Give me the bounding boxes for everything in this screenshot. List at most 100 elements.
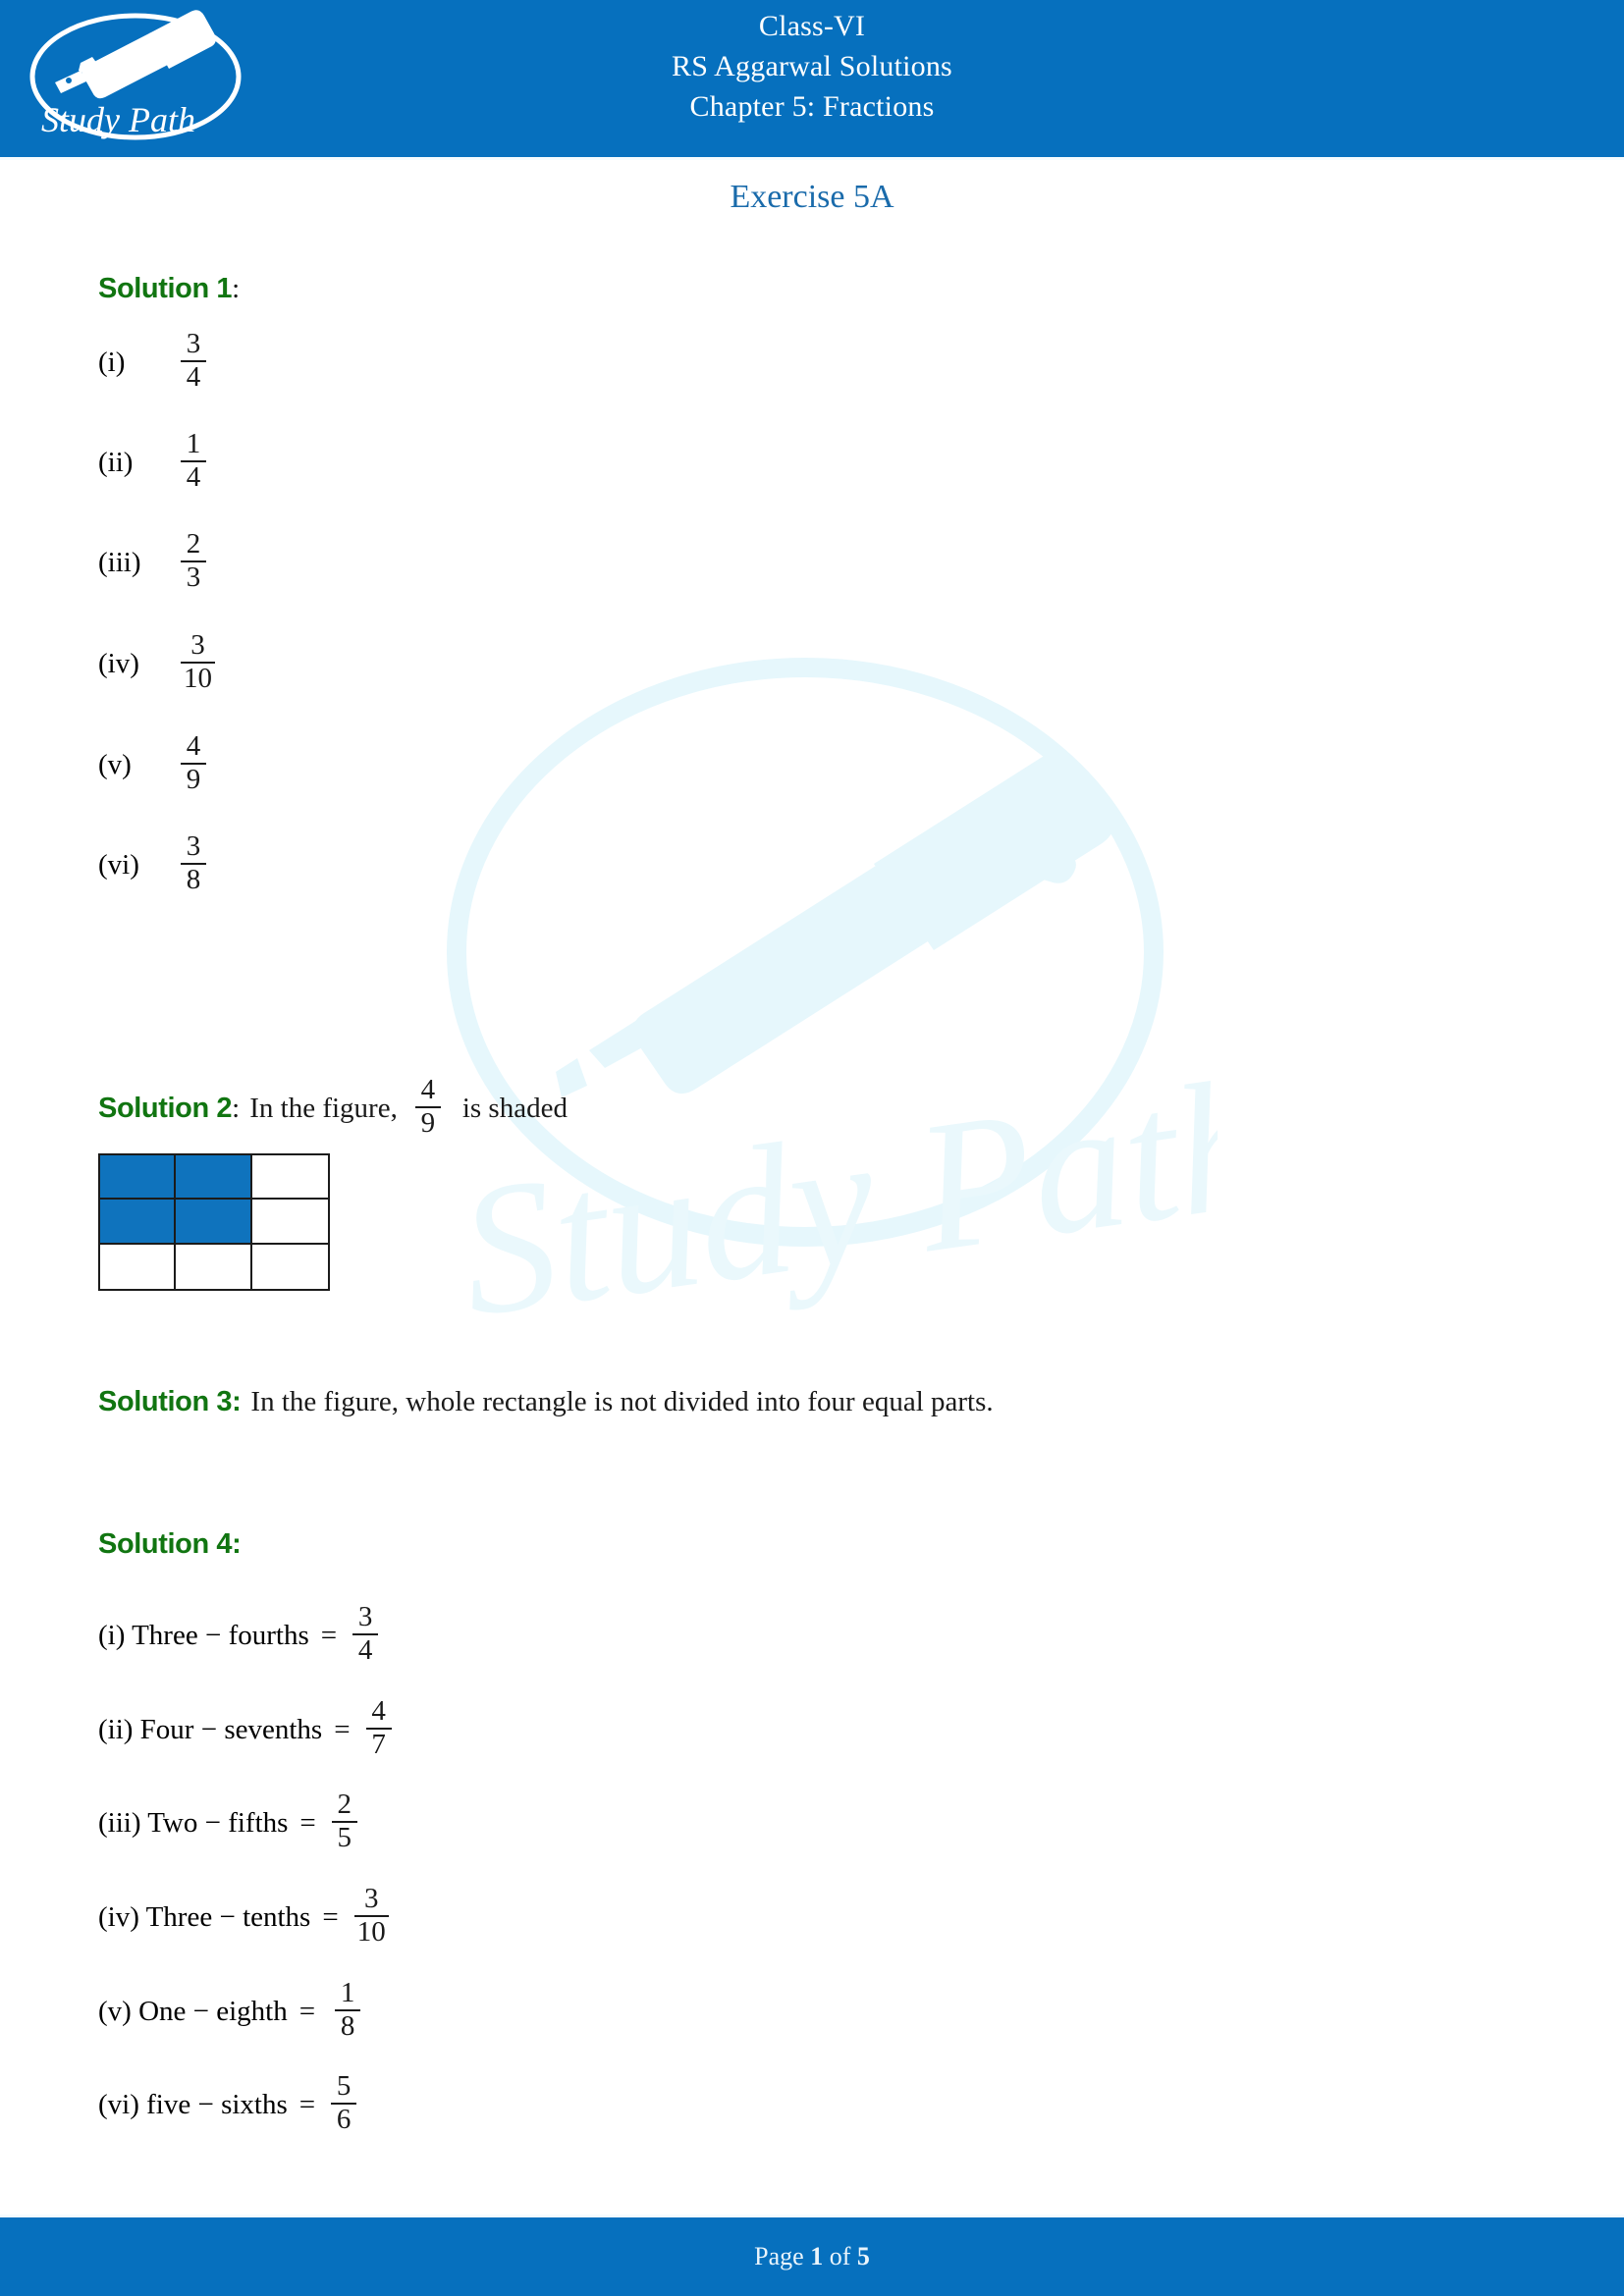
- grid-cell-empty: [251, 1200, 328, 1245]
- fraction-denominator: 8: [340, 2009, 355, 2042]
- fraction: 3 10: [353, 1883, 389, 1948]
- fraction-denominator: 10: [356, 1915, 386, 1948]
- solution-1-item: (iv) 3 10: [98, 629, 221, 695]
- fraction-numerator: 1: [340, 1977, 355, 2008]
- fraction-denominator: 4: [186, 360, 201, 393]
- grid-cell-empty: [251, 1244, 328, 1289]
- solution-3-text: In the figure, whole rectangle is not di…: [250, 1386, 994, 1417]
- item-label: (i): [98, 347, 126, 379]
- grid-cell-empty: [176, 1244, 252, 1289]
- fraction-denominator: 7: [371, 1728, 386, 1760]
- page-middle: of: [823, 2242, 857, 2270]
- solution-1-item: (v) 4 9: [98, 730, 212, 796]
- current-page-number: 1: [810, 2242, 824, 2270]
- page-footer: Page 1 of 5: [0, 2215, 1624, 2296]
- fraction-numerator: 4: [186, 730, 201, 762]
- equals-sign: =: [298, 1996, 316, 2028]
- fraction-denominator: 3: [186, 561, 201, 593]
- item-label: (iv): [98, 648, 139, 680]
- fraction-numerator: 2: [337, 1789, 352, 1820]
- equals-sign: =: [320, 1620, 338, 1652]
- solution-2-colon: :: [232, 1093, 241, 1125]
- solution-2-line: Solution 2: In the figure, 4 9 is shaded: [98, 1074, 568, 1140]
- fraction-denominator: 4: [186, 460, 201, 493]
- fraction: 1 4: [181, 428, 206, 493]
- solution-3-label: Solution 3:: [98, 1386, 242, 1417]
- fraction: 3 4: [352, 1601, 379, 1666]
- fraction-numerator: 3: [363, 1883, 379, 1914]
- fraction-numerator: 3: [357, 1601, 373, 1632]
- item-label: (ii): [98, 447, 134, 479]
- fraction-denominator: 8: [186, 863, 201, 895]
- solution-2-text-before: In the figure,: [249, 1093, 398, 1125]
- solution-1-label: Solution 1: [98, 273, 233, 304]
- grid-cell-empty: [100, 1244, 177, 1289]
- solution-4-item: (i) Three − fourths = 3 4: [98, 1601, 384, 1667]
- header-line-chapter: Chapter 5: Fractions: [689, 90, 935, 123]
- fraction: 2 5: [331, 1789, 357, 1853]
- solution-4-item: (iv) Three − tenths = 3 10: [98, 1883, 395, 1949]
- item-label: (ii) Four − sevenths: [98, 1714, 323, 1746]
- grid-cell-shaded: [100, 1200, 177, 1245]
- fraction: 4 9: [181, 730, 206, 795]
- fraction-numerator: 3: [186, 830, 201, 862]
- fraction: 3 8: [181, 830, 206, 895]
- total-page-number: 5: [856, 2242, 870, 2270]
- fraction-numerator: 4: [371, 1695, 386, 1727]
- equals-sign: =: [298, 2089, 316, 2121]
- solution-1-item: (iii) 2 3: [98, 529, 212, 594]
- fraction-denominator: 9: [186, 763, 201, 795]
- header-line-class: Class-VI: [758, 10, 866, 42]
- fraction-numerator: 4: [420, 1074, 436, 1105]
- equals-sign: =: [299, 1807, 316, 1840]
- item-label: (vi): [98, 849, 139, 881]
- solution-4-heading: Solution 4:: [98, 1528, 242, 1561]
- page-content: Exercise 5A: [0, 160, 1624, 217]
- watermark-study-path: Study Path: [412, 628, 1218, 1364]
- solution-3-line: Solution 3: In the figure, whole rectang…: [98, 1386, 994, 1418]
- fraction-denominator: 9: [420, 1106, 436, 1139]
- fraction-grid-figure: [98, 1153, 330, 1291]
- equals-sign: =: [334, 1714, 351, 1746]
- solution-4-item: (v) One − eighth = 1 8: [98, 1977, 366, 2043]
- solution-1-item: (vi) 3 8: [98, 830, 212, 896]
- fraction: 2 3: [181, 529, 206, 593]
- grid-cell-shaded: [176, 1200, 252, 1245]
- solution-1-item: (i) 3 4: [98, 328, 212, 394]
- page-header: Study Path Class-VI RS Aggarwal Solution…: [0, 0, 1624, 160]
- solution-4-item: (iii) Two − fifths = 2 5: [98, 1789, 363, 1854]
- solution-1-item: (ii) 1 4: [98, 428, 212, 494]
- fraction-numerator: 1: [186, 428, 201, 459]
- exercise-title: Exercise 5A: [730, 179, 894, 215]
- fraction-denominator: 5: [337, 1821, 352, 1853]
- item-label: (v): [98, 749, 132, 781]
- fraction-denominator: 6: [336, 2103, 352, 2135]
- fraction: 5 6: [331, 2070, 357, 2135]
- page-number-text: Page 1 of 5: [0, 2217, 1624, 2296]
- fraction-denominator: 4: [357, 1633, 373, 1666]
- fraction: 4 9: [414, 1074, 441, 1139]
- item-label: (v) One − eighth: [98, 1996, 288, 2028]
- item-label: (vi) five − sixths: [98, 2089, 288, 2121]
- grid-cell-shaded: [176, 1155, 252, 1201]
- header-line-book: RS Aggarwal Solutions: [672, 50, 952, 82]
- fraction: 3 4: [181, 328, 206, 393]
- grid-cell-shaded: [100, 1155, 177, 1201]
- fraction: 1 8: [335, 1977, 361, 2042]
- solution-4-label: Solution 4:: [98, 1528, 242, 1560]
- header-title-block: Class-VI RS Aggarwal Solutions Chapter 5…: [0, 6, 1624, 127]
- item-label: (iv) Three − tenths: [98, 1901, 311, 1934]
- fraction-numerator: 3: [190, 629, 205, 661]
- solution-2-text-after: is shaded: [461, 1093, 568, 1125]
- page-prefix: Page: [754, 2242, 811, 2270]
- solution-4-item: (vi) five − sixths = 5 6: [98, 2070, 362, 2136]
- item-label: (iii): [98, 547, 141, 579]
- solution-4-item: (ii) Four − sevenths = 4 7: [98, 1695, 398, 1761]
- item-label: (iii) Two − fifths: [98, 1807, 289, 1840]
- fraction: 4 7: [365, 1695, 392, 1760]
- grid-cell-empty: [251, 1155, 328, 1201]
- solution-1-heading: Solution 1:: [98, 273, 240, 305]
- solution-2-label: Solution 2: [98, 1093, 233, 1125]
- fraction-numerator: 3: [186, 328, 201, 359]
- fraction-numerator: 5: [336, 2070, 352, 2102]
